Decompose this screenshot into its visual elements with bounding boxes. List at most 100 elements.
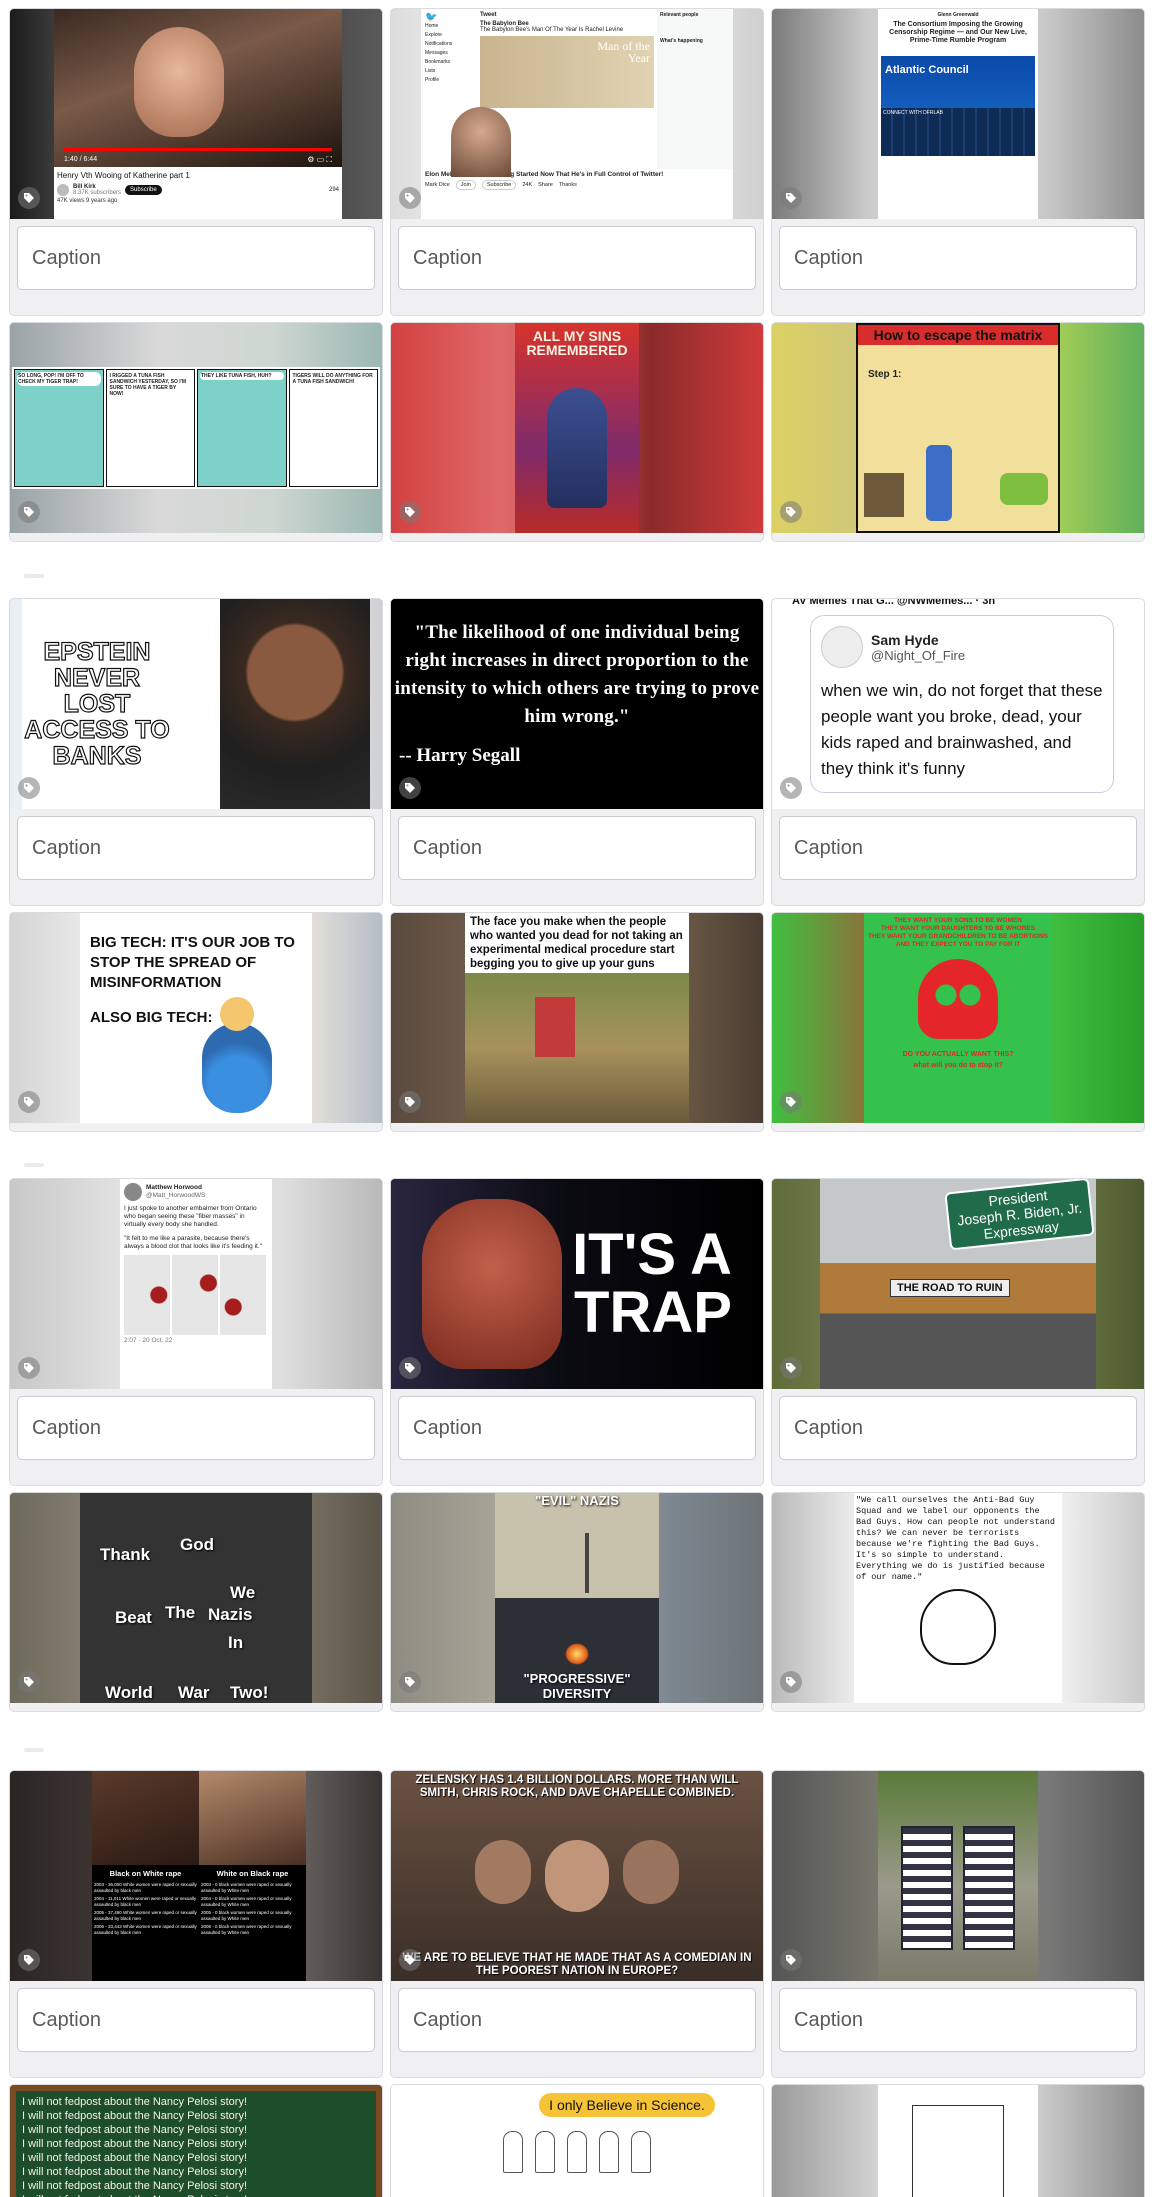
caption-input[interactable] (398, 1988, 756, 2052)
tag-icon[interactable] (18, 1357, 40, 1379)
meme-card[interactable]: I will not fedpost about the Nancy Pelos… (9, 2084, 383, 2197)
meme-thumbnail[interactable]: SO LONG, POP! I'M OFF TO CHECK MY TIGER … (10, 323, 382, 533)
meme-card[interactable]: Matthew Horwood @Matt_HorwoodWS I just sp… (9, 1178, 383, 1486)
tag-icon[interactable] (780, 777, 802, 799)
meme-card[interactable]: EPSTEIN NEVER LOST ACCESS TO BANKS (9, 598, 383, 906)
tag-icon[interactable] (399, 1949, 421, 1971)
video-progress-bar[interactable] (64, 148, 332, 151)
tag-icon[interactable] (18, 1091, 40, 1113)
like-count[interactable]: 294 (329, 187, 339, 193)
caption-input[interactable] (779, 1396, 1137, 1460)
meme-card[interactable]: I only Believe in Science. (390, 2084, 764, 2197)
tag-icon[interactable] (399, 187, 421, 209)
tag-icon[interactable] (780, 1949, 802, 1971)
caption-input[interactable] (779, 226, 1137, 290)
twitter-nav-item[interactable]: Bookmarks (425, 58, 473, 67)
meme-card[interactable]: IT'S A TRAP (390, 1178, 764, 1486)
tag-icon[interactable] (399, 777, 421, 799)
meme-thumbnail[interactable]: I will not fedpost about the Nancy Pelos… (10, 2085, 382, 2197)
like-count[interactable]: 24K (522, 182, 532, 188)
tag-icon[interactable] (18, 777, 40, 799)
tag-icon[interactable] (18, 501, 40, 523)
meme-thumbnail[interactable]: 1:40 / 6:44 ⚙ ▭ ⛶ Henry Vth Wooing of Ka… (10, 9, 382, 219)
meme-thumbnail[interactable]: I only Believe in Science. (391, 2085, 763, 2197)
meme-card[interactable]: Black on White rape White on Black rape … (9, 1770, 383, 2078)
meme-card[interactable]: President Joseph R. Biden, Jr. Expressway … (771, 1178, 1145, 1486)
meme-thumbnail[interactable]: Matthew Horwood @Matt_HorwoodWS I just sp… (10, 1179, 382, 1389)
meme-thumbnail[interactable]: "The likelihood of one individual being … (391, 599, 763, 809)
meme-card[interactable]: "The likelihood of one individual being … (390, 598, 764, 906)
meme-card[interactable]: The face you make when the people who wa… (390, 912, 764, 1132)
meme-thumbnail[interactable]: 🐦 Home Explore Notifications Messages Bookma… (391, 9, 763, 219)
meme-thumbnail[interactable]: "We call ourselves the Anti-Bad Guy Squa… (772, 1493, 1144, 1703)
meme-card[interactable]: ALL MY SINS REMEMBERED (390, 322, 764, 542)
caption-input[interactable] (17, 816, 375, 880)
meme-card[interactable]: SO LONG, POP! I'M OFF TO CHECK MY TIGER … (9, 322, 383, 542)
meme-thumbnail[interactable]: The face you make when the people who wa… (391, 913, 763, 1123)
meme-thumbnail[interactable] (772, 1771, 1144, 1981)
share-button[interactable]: Share (538, 182, 553, 188)
caption-input[interactable] (398, 1396, 756, 1460)
meme-thumbnail[interactable]: AV Memes That G... @NWMemes... · 3h Sam … (772, 599, 1144, 809)
subscribe-button[interactable]: Subscribe (481, 180, 517, 190)
subscribe-button[interactable]: Subscribe (125, 185, 162, 195)
caption-input[interactable] (398, 226, 756, 290)
join-button[interactable]: Join (455, 180, 476, 190)
meme-thumbnail[interactable]: "EVIL" NAZIS "PROGRESSIVE" DIVERSITY (391, 1493, 763, 1703)
video-frame[interactable]: 1:40 / 6:44 ⚙ ▭ ⛶ (54, 9, 342, 167)
tag-icon[interactable] (780, 187, 802, 209)
tag-icon[interactable] (18, 1671, 40, 1693)
meme-card[interactable] (771, 2084, 1145, 2197)
meme-card[interactable]: Thank God We Beat The Nazis In World War Two! (9, 1492, 383, 1712)
meme-card[interactable]: "EVIL" NAZIS "PROGRESSIVE" DIVERSITY (390, 1492, 764, 1712)
tag-icon[interactable] (780, 1091, 802, 1113)
tag-icon[interactable] (780, 501, 802, 523)
twitter-nav-item[interactable]: Home (425, 22, 473, 31)
meme-thumbnail[interactable]: ZELENSKY HAS 1.4 BILLION DOLLARS. MORE T… (391, 1771, 763, 1981)
tag-icon[interactable] (399, 1091, 421, 1113)
meme-thumbnail[interactable]: Glenn Greenwald The Consortium Imposing … (772, 9, 1144, 219)
meme-card[interactable]: BIG TECH: IT'S OUR JOB TO STOP THE SPREA… (9, 912, 383, 1132)
meme-card[interactable]: AV Memes That G... @NWMemes... · 3h Sam … (771, 598, 1145, 906)
caption-input[interactable] (779, 1988, 1137, 2052)
meme-thumbnail[interactable]: Thank God We Beat The Nazis In World War Two! (10, 1493, 382, 1703)
chalkboard-line: I will not fedpost about the Nancy Pelos… (22, 2110, 248, 2122)
twitter-nav-item[interactable]: Notifications (425, 40, 473, 49)
twitter-nav-item[interactable]: Lists (425, 67, 473, 76)
twitter-nav-item[interactable]: Messages (425, 49, 473, 58)
video-controls-icon[interactable]: ⚙ ▭ ⛶ (307, 155, 332, 165)
meme-thumbnail[interactable]: IT'S A TRAP (391, 1179, 763, 1389)
tag-icon[interactable] (399, 1357, 421, 1379)
book-figure (547, 388, 607, 508)
meme-thumbnail[interactable]: EPSTEIN NEVER LOST ACCESS TO BANKS (10, 599, 382, 809)
caption-input[interactable] (17, 226, 375, 290)
tag-icon[interactable] (780, 1671, 802, 1693)
caption-input[interactable] (17, 1396, 375, 1460)
tag-icon[interactable] (399, 501, 421, 523)
meme-card[interactable]: ZELENSKY HAS 1.4 BILLION DOLLARS. MORE T… (390, 1770, 764, 2078)
meme-card[interactable] (771, 1770, 1145, 2078)
meme-card[interactable]: How to escape the matrix Step 1: (771, 322, 1145, 542)
tag-icon[interactable] (18, 1949, 40, 1971)
tag-icon[interactable] (780, 1357, 802, 1379)
twitter-nav-item[interactable]: Explore (425, 31, 473, 40)
thanks-button[interactable]: Thanks (559, 182, 577, 188)
meme-card[interactable]: 🐦 Home Explore Notifications Messages Bookma… (390, 8, 764, 316)
meme-card[interactable]: "We call ourselves the Anti-Bad Guy Squa… (771, 1492, 1145, 1712)
tag-icon[interactable] (18, 187, 40, 209)
tag-icon[interactable] (399, 1671, 421, 1693)
caption-input[interactable] (17, 1988, 375, 2052)
meme-thumbnail[interactable]: How to escape the matrix Step 1: (772, 323, 1144, 533)
caption-input[interactable] (398, 816, 756, 880)
twitter-nav-item[interactable]: Profile (425, 76, 473, 85)
meme-thumbnail[interactable]: President Joseph R. Biden, Jr. Expressway … (772, 1179, 1144, 1389)
meme-thumbnail[interactable] (772, 2085, 1144, 2197)
meme-thumbnail[interactable]: Black on White rape White on Black rape … (10, 1771, 382, 1981)
meme-thumbnail[interactable]: BIG TECH: IT'S OUR JOB TO STOP THE SPREA… (10, 913, 382, 1123)
meme-card[interactable]: THEY WANT YOUR SONS TO BE WOMEN THEY WAN… (771, 912, 1145, 1132)
meme-card[interactable]: 1:40 / 6:44 ⚙ ▭ ⛶ Henry Vth Wooing of Ka… (9, 8, 383, 316)
meme-card[interactable]: Glenn Greenwald The Consortium Imposing … (771, 8, 1145, 316)
meme-thumbnail[interactable]: THEY WANT YOUR SONS TO BE WOMEN THEY WAN… (772, 913, 1144, 1123)
meme-thumbnail[interactable]: ALL MY SINS REMEMBERED (391, 323, 763, 533)
caption-input[interactable] (779, 816, 1137, 880)
